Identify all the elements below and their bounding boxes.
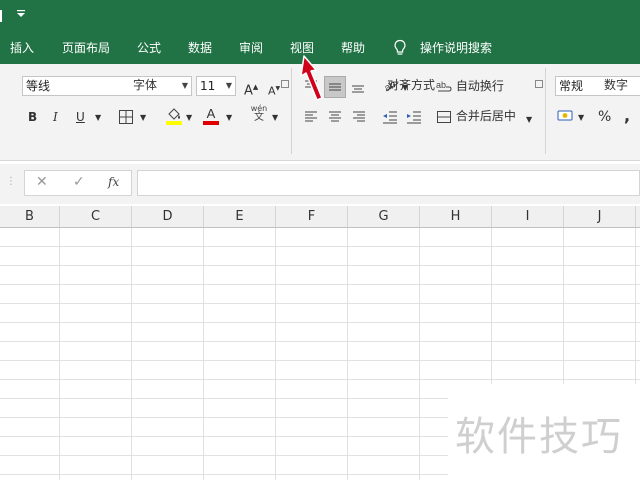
column-header-label: C [90, 209, 101, 224]
bold-button[interactable]: B [28, 109, 37, 125]
font-name-value: 等线 [26, 79, 51, 93]
italic-button[interactable]: I [53, 109, 58, 125]
chevron-down-icon[interactable]: ▼ [578, 110, 584, 126]
column-header-e[interactable]: E [204, 206, 276, 228]
chevron-down-icon[interactable]: ▼ [272, 110, 278, 126]
window-edge-mark [0, 10, 2, 22]
shrink-font-button[interactable]: A▼ [268, 81, 280, 100]
column-header-d[interactable]: D [132, 206, 204, 228]
tab-formulas[interactable]: 公式 [137, 40, 161, 56]
font-name-combobox[interactable]: 等线 ▼ [22, 76, 192, 96]
column-header-c[interactable]: C [60, 206, 132, 228]
grow-font-label: A [244, 83, 253, 99]
column-header-i[interactable]: I [492, 206, 564, 228]
merge-center-label: 合并后居中 [455, 109, 516, 123]
column-header-j[interactable]: J [564, 206, 636, 228]
group-separator [545, 68, 546, 154]
chevron-down-icon[interactable]: ▼ [186, 110, 192, 126]
chevron-down-icon[interactable]: ▼ [182, 77, 188, 95]
grid-line [0, 284, 640, 285]
font-group-label: 字体 [133, 78, 158, 92]
grid-line [0, 246, 640, 247]
column-header-label: J [597, 209, 602, 224]
chevron-down-icon[interactable]: ▼ [226, 77, 232, 95]
drag-handle-icon[interactable]: ⋮ [6, 176, 16, 187]
phonetic-guide-button[interactable]: wén 文 [250, 104, 268, 123]
svg-text:ab: ab [436, 80, 446, 90]
column-header-label: E [235, 209, 244, 224]
column-header-label: H [450, 209, 461, 224]
column-header-label: I [525, 209, 530, 224]
number-format-value: 常规 [559, 79, 584, 93]
grid-line [0, 322, 640, 323]
wrap-text-label: 自动换行 [455, 79, 504, 93]
comma-style-button[interactable]: , [624, 108, 630, 124]
fill-color-icon[interactable] [165, 106, 183, 126]
caret-down-icon: ▼ [275, 85, 281, 92]
chevron-down-icon[interactable]: ▼ [526, 112, 532, 128]
alignment-group-label: 对齐方式 [387, 78, 436, 92]
increase-indent-icon[interactable] [406, 109, 422, 125]
column-header-label: G [378, 209, 389, 224]
column-header-f[interactable]: F [276, 206, 348, 228]
enter-icon[interactable]: ✓ [73, 174, 85, 190]
grid-line [0, 265, 640, 266]
chevron-down-icon[interactable]: ▼ [226, 110, 232, 126]
accounting-format-icon[interactable] [556, 108, 576, 124]
grid-line [0, 341, 640, 342]
tab-insert[interactable]: 插入 [10, 40, 34, 56]
grid-line [0, 303, 640, 304]
borders-icon[interactable] [118, 109, 134, 125]
middle-align-icon [329, 83, 341, 91]
watermark-text: 软件技巧 [455, 414, 623, 460]
column-header-h[interactable]: H [420, 206, 492, 228]
insert-function-button[interactable]: fx [108, 175, 119, 189]
column-header-label: B [25, 209, 34, 224]
font-size-value: 11 [200, 79, 216, 93]
font-dialog-launcher-icon[interactable] [281, 80, 289, 88]
column-header-label: F [307, 209, 316, 224]
percent-style-button[interactable]: % [598, 109, 611, 125]
column-header-partial [636, 206, 640, 228]
chevron-down-icon[interactable]: ▼ [140, 110, 146, 126]
column-header-label: D [162, 209, 173, 224]
formula-input[interactable] [137, 170, 640, 196]
grow-font-button[interactable]: A▲ [244, 79, 258, 99]
group-separator [291, 68, 292, 154]
svg-text:A: A [207, 106, 216, 121]
grid-line [0, 360, 640, 361]
tell-me-search[interactable]: 操作说明搜索 [420, 40, 492, 56]
annotation-arrow-icon [300, 55, 323, 101]
column-header-b[interactable]: B [0, 206, 60, 228]
wrap-text-button[interactable]: ab 自动换行 [436, 78, 504, 95]
bottom-align-icon[interactable] [350, 78, 366, 94]
align-left-icon[interactable] [303, 109, 319, 125]
customize-qat-arrow-icon[interactable] [17, 9, 25, 23]
align-center-icon[interactable] [327, 109, 343, 125]
merge-center-icon [437, 110, 451, 123]
column-header-g[interactable]: G [348, 206, 420, 228]
wrap-text-icon: ab [436, 80, 452, 91]
phonetic-bottom-label: 文 [254, 112, 264, 123]
shrink-font-label: A [268, 84, 276, 98]
cancel-icon[interactable]: ✕ [36, 174, 48, 190]
tab-data[interactable]: 数据 [188, 40, 212, 56]
number-group-label: 数字 [604, 78, 629, 92]
decrease-indent-icon[interactable] [382, 109, 398, 125]
tab-page-layout[interactable]: 页面布局 [62, 40, 110, 56]
caret-up-icon: ▲ [252, 83, 259, 91]
align-right-icon[interactable] [351, 109, 367, 125]
chevron-down-icon[interactable]: ▼ [95, 110, 101, 126]
merge-center-button[interactable]: 合并后居中 [436, 108, 516, 125]
alignment-dialog-launcher-icon[interactable] [535, 80, 543, 88]
font-color-icon[interactable]: A [202, 106, 220, 126]
tab-help[interactable]: 帮助 [341, 40, 365, 56]
font-size-combobox[interactable]: 11 ▼ [196, 76, 236, 96]
underline-button[interactable]: U [76, 109, 85, 125]
grid-line [0, 379, 640, 380]
title-bar [0, 0, 640, 32]
lightbulb-icon[interactable] [393, 39, 407, 57]
tab-review[interactable]: 审阅 [239, 40, 263, 56]
